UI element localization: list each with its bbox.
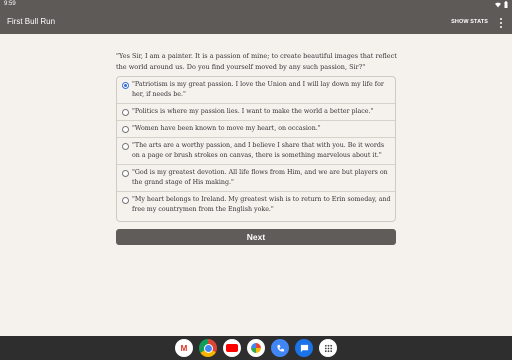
phone-icon[interactable] [271, 339, 289, 357]
app-title: First Bull Run [7, 17, 56, 26]
chrome-icon[interactable] [199, 339, 217, 357]
app-dock: M [175, 339, 337, 357]
status-bar: 9:59 [0, 0, 512, 10]
wifi-icon [495, 2, 501, 7]
show-stats-button[interactable]: SHOW STATS [451, 19, 488, 25]
gmail-icon[interactable]: M [175, 339, 193, 357]
radio-button[interactable] [122, 125, 129, 133]
story-passage: "Yes Sir, I am a painter. It is a passio… [116, 52, 397, 71]
radio-button[interactable] [122, 196, 129, 204]
choice-label: "God is my greatest devotion. All life f… [132, 169, 388, 186]
app-launcher-icon[interactable] [319, 339, 337, 357]
battery-icon [504, 1, 508, 8]
messages-icon[interactable] [295, 339, 313, 357]
choice-label: "Politics is where my passion lies. I wa… [132, 108, 374, 115]
app-bar: First Bull Run SHOW STATS [0, 10, 512, 34]
next-button[interactable]: Next [116, 229, 396, 245]
choice-option[interactable]: "Politics is where my passion lies. I wa… [117, 104, 395, 121]
overflow-menu-icon[interactable] [499, 18, 503, 28]
choice-option[interactable]: "Women have been known to move my heart,… [117, 121, 395, 138]
choice-option[interactable]: "God is my greatest devotion. All life f… [117, 165, 395, 192]
choice-label: "My heart belongs to Ireland. My greates… [132, 196, 391, 213]
radio-button[interactable] [122, 108, 129, 116]
photos-icon[interactable] [247, 339, 265, 357]
radio-button[interactable] [122, 169, 129, 177]
choice-label: "The arts are a worthy passion, and I be… [132, 142, 385, 159]
youtube-icon[interactable] [223, 339, 241, 357]
navigation-bar: M [0, 336, 512, 360]
choice-label: "Patriotism is my great passion. I love … [132, 81, 384, 98]
choice-option[interactable]: "My heart belongs to Ireland. My greates… [117, 192, 395, 218]
choice-option[interactable]: "The arts are a worthy passion, and I be… [117, 138, 395, 165]
choice-label: "Women have been known to move my heart,… [132, 125, 321, 132]
system-icons [495, 1, 508, 8]
status-time: 9:59 [4, 1, 16, 7]
choice-list: "Patriotism is my great passion. I love … [116, 76, 396, 222]
choice-option[interactable]: "Patriotism is my great passion. I love … [117, 77, 395, 104]
radio-button[interactable] [122, 81, 129, 89]
radio-button[interactable] [122, 142, 129, 150]
